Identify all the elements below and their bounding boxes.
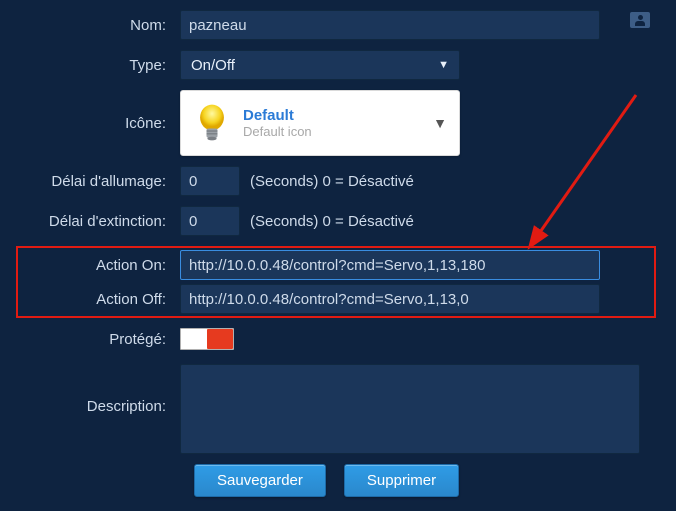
label-delai-off: Délai d'extinction: (20, 213, 180, 230)
nom-input[interactable] (180, 10, 600, 40)
lightbulb-icon (193, 101, 231, 145)
label-type: Type: (20, 57, 180, 74)
hint-delai-off: (Seconds) 0 = Désactivé (250, 213, 414, 230)
action-on-input[interactable] (180, 250, 600, 280)
hint-delai-on: (Seconds) 0 = Désactivé (250, 173, 414, 190)
label-action-off: Action Off: (20, 291, 180, 308)
type-select[interactable]: On/Off ▼ (180, 50, 460, 80)
label-icone: Icône: (20, 115, 180, 132)
delai-off-input[interactable] (180, 206, 240, 236)
chevron-down-icon: ▼ (433, 115, 447, 131)
protege-toggle[interactable] (180, 328, 234, 350)
label-protege: Protégé: (20, 331, 180, 348)
label-description: Description: (20, 364, 180, 415)
chevron-down-icon: ▼ (438, 59, 449, 71)
icon-title: Default (243, 107, 433, 124)
toggle-knob (207, 329, 233, 349)
save-button[interactable]: Sauvegarder (194, 464, 326, 497)
label-delai-on: Délai d'allumage: (20, 173, 180, 190)
delete-button[interactable]: Supprimer (344, 464, 459, 497)
label-action-on: Action On: (20, 257, 180, 274)
action-off-input[interactable] (180, 284, 600, 314)
label-nom: Nom: (20, 17, 180, 34)
description-input[interactable] (180, 364, 640, 454)
delai-on-input[interactable] (180, 166, 240, 196)
action-highlight-box: Action On: Action Off: (16, 246, 656, 318)
contact-card-icon[interactable] (630, 12, 650, 28)
icon-subtitle: Default icon (243, 124, 433, 139)
icon-picker[interactable]: Default Default icon ▼ (180, 90, 460, 156)
type-value: On/Off (191, 57, 235, 74)
